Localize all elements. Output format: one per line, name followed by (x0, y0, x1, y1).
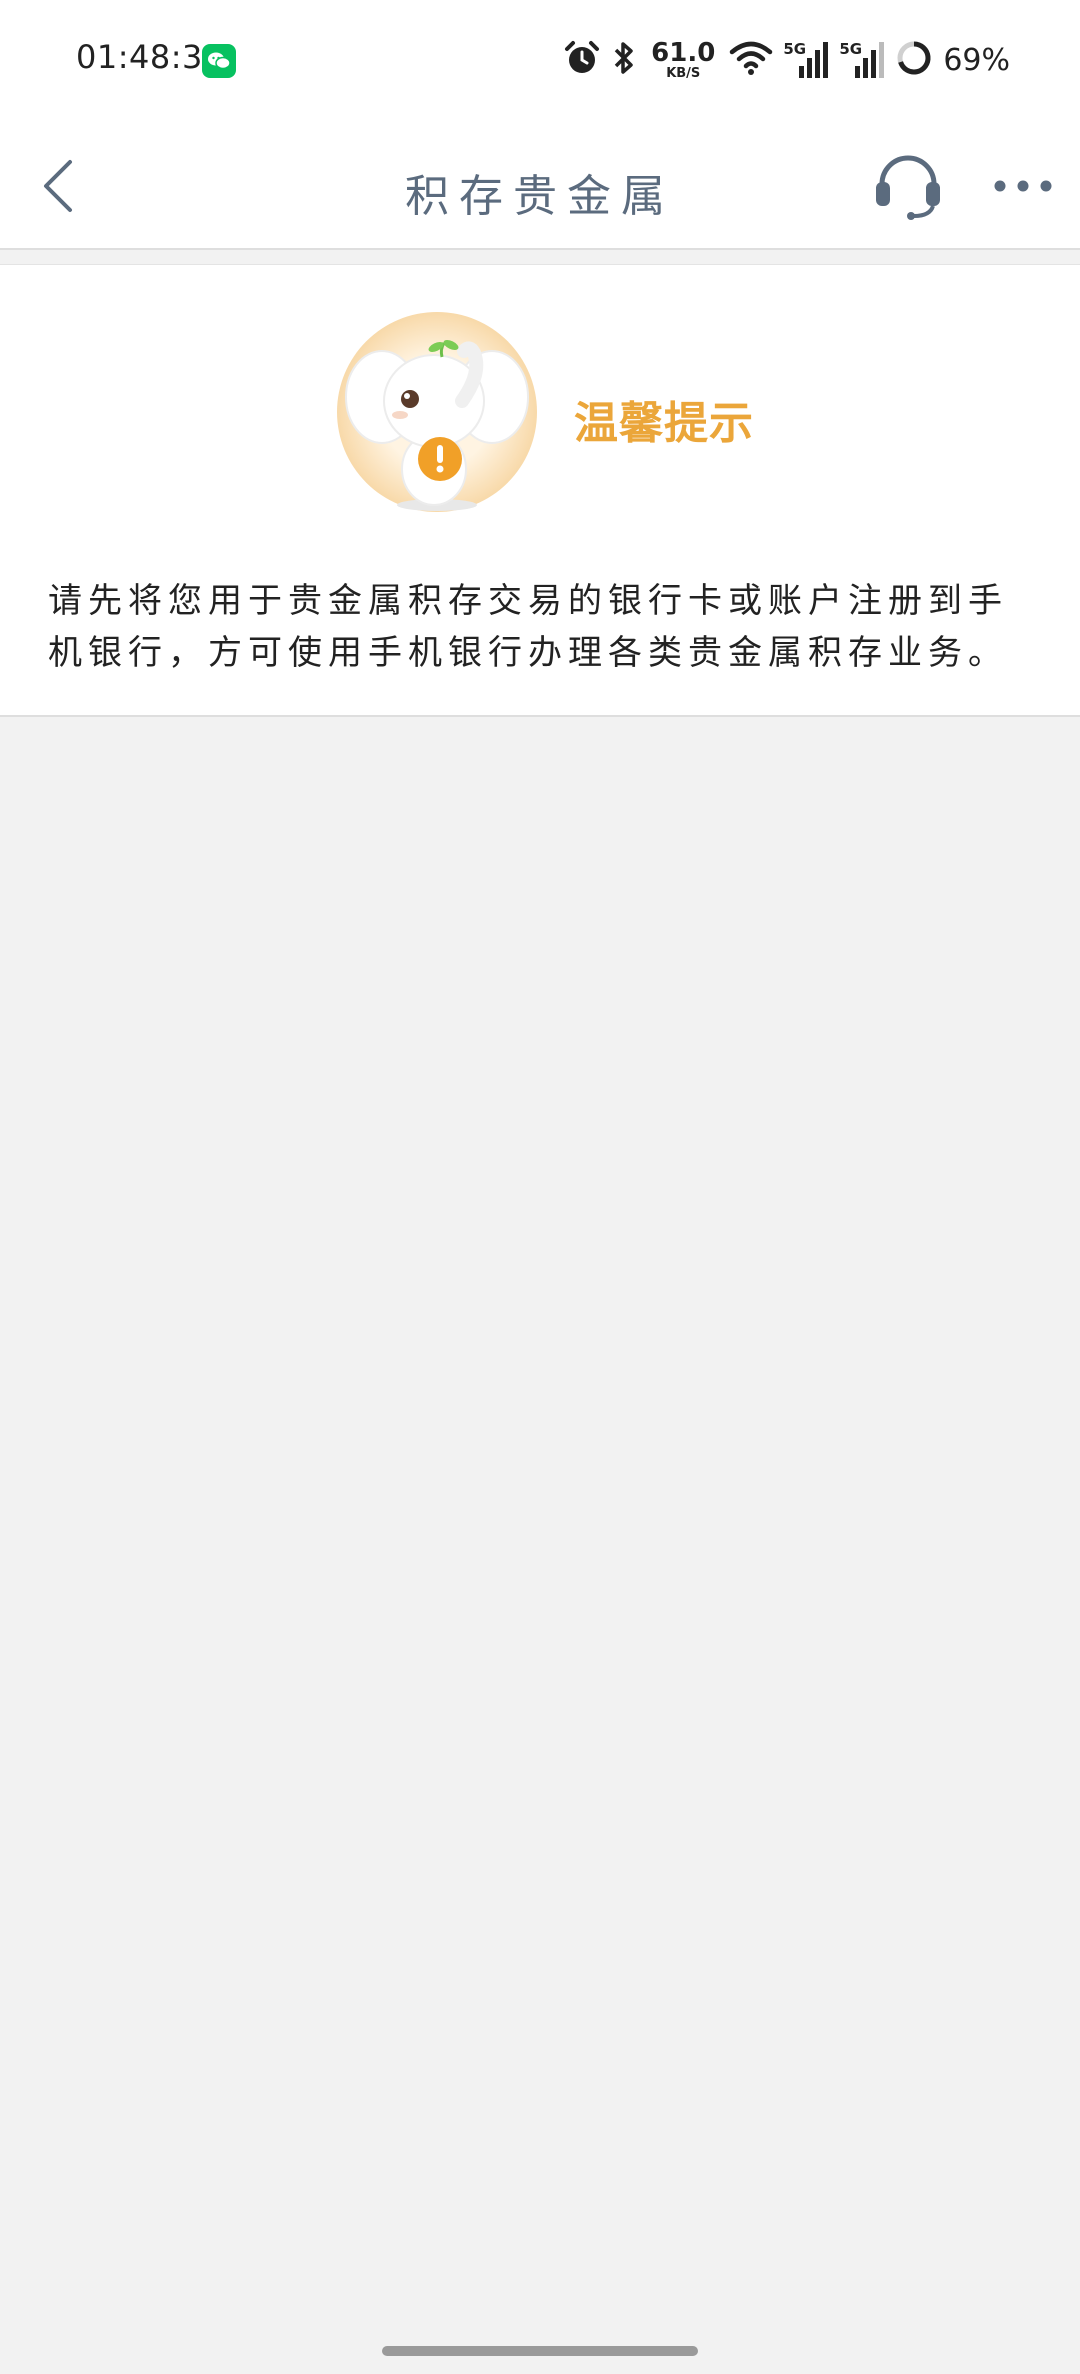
navigation-bar: 积存贵金属 (0, 120, 1080, 250)
signal-icon: 5G (839, 40, 885, 80)
network-speed-unit: KB/S (666, 66, 701, 81)
headset-icon (876, 155, 940, 220)
elephant-mascot-icon (334, 309, 540, 515)
alarm-icon (563, 39, 601, 81)
battery-percent: 69% (943, 42, 1010, 78)
status-icons: 61.0 KB/S 5G 5G 69% (563, 34, 1010, 86)
home-indicator[interactable] (382, 2346, 698, 2356)
wechat-icon (202, 44, 236, 78)
wifi-icon (729, 40, 773, 80)
status-bar: 01:48:33 61.0 KB/S 5G 5G 69% (0, 0, 1080, 120)
more-icon (994, 180, 1052, 192)
network-speed: 61.0 KB/S (651, 40, 715, 80)
tip-title: 温馨提示 (574, 398, 754, 449)
more-button[interactable] (990, 164, 1056, 208)
tip-message: 请先将您用于贵金属积存交易的银行卡或账户注册到手机银行，方可使用手机银行办理各类… (48, 581, 1008, 673)
bluetooth-icon (611, 39, 637, 81)
network-speed-value: 61.0 (651, 38, 716, 68)
battery-ring-icon (895, 39, 933, 81)
tip-card: 温馨提示 请先将您用于贵金属积存交易的银行卡或账户注册到手机银行，方可使用手机银… (0, 264, 1080, 717)
customer-service-button[interactable] (870, 150, 946, 222)
signal-icon: 5G (783, 40, 829, 80)
